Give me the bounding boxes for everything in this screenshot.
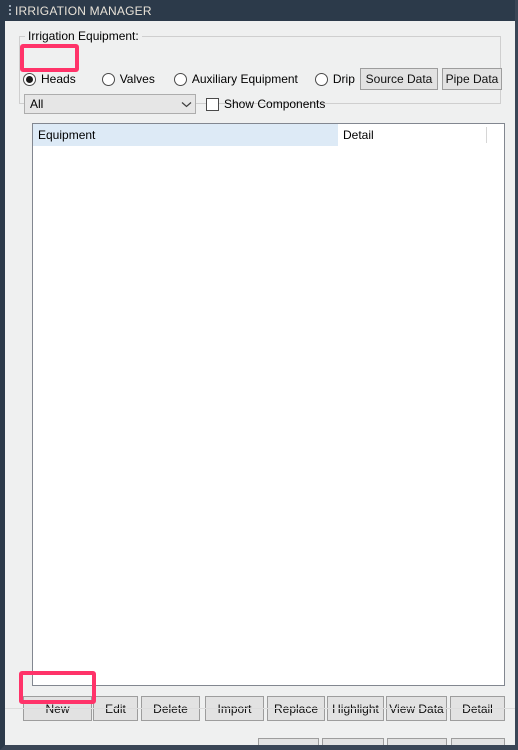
client-area: Irrigation Equipment: Heads Valves Auxil… xyxy=(5,21,515,745)
equipment-filter-combobox[interactable]: All xyxy=(24,94,196,114)
equipment-listview[interactable]: Equipment Detail xyxy=(32,123,505,686)
radio-auxiliary-equipment[interactable]: Auxiliary Equipment xyxy=(173,70,298,88)
column-header-equipment-label: Equipment xyxy=(38,128,96,142)
groupbox-legend: Irrigation Equipment: xyxy=(25,29,142,43)
irrigation-manager-window: IRRIGATION MANAGER Irrigation Equipment:… xyxy=(0,0,518,750)
column-divider[interactable] xyxy=(486,127,487,143)
radio-indicator-icon xyxy=(173,72,187,86)
radio-heads[interactable]: Heads xyxy=(23,70,76,88)
radio-heads-label: Heads xyxy=(41,72,76,86)
radio-indicator-icon xyxy=(101,72,115,86)
listview-header: Equipment Detail xyxy=(33,124,504,147)
footer-separator xyxy=(5,708,515,709)
bottom-button-row: Place Schedule Circuit Help xyxy=(5,738,515,745)
radio-indicator-icon xyxy=(314,72,328,86)
title-bar[interactable]: IRRIGATION MANAGER xyxy=(5,0,515,21)
help-button[interactable]: Help xyxy=(451,738,505,745)
column-header-detail[interactable]: Detail xyxy=(338,124,486,146)
schedule-button[interactable]: Schedule xyxy=(322,738,384,745)
place-button[interactable]: Place xyxy=(258,738,319,745)
equipment-filter-value: All xyxy=(30,97,44,111)
chevron-down-icon[interactable] xyxy=(177,101,195,108)
radio-valves[interactable]: Valves xyxy=(101,70,155,88)
pipe-data-button[interactable]: Pipe Data xyxy=(442,68,502,90)
equipment-type-radio-group: Heads Valves Auxiliary Equipment Drip xyxy=(23,70,355,88)
show-components-checkbox[interactable]: Show Components xyxy=(206,95,325,113)
window-title: IRRIGATION MANAGER xyxy=(15,3,152,18)
drag-handle-dots-icon[interactable] xyxy=(5,0,15,21)
column-header-equipment[interactable]: Equipment xyxy=(33,124,338,146)
radio-valves-label: Valves xyxy=(119,72,155,86)
radio-drip[interactable]: Drip xyxy=(314,70,355,88)
source-data-button[interactable]: Source Data xyxy=(360,68,438,90)
listview-body[interactable] xyxy=(33,146,504,685)
checkbox-box-icon xyxy=(206,97,219,111)
radio-drip-label: Drip xyxy=(332,72,355,86)
radio-indicator-icon xyxy=(23,72,36,86)
radio-auxiliary-equipment-label: Auxiliary Equipment xyxy=(191,72,298,86)
column-header-detail-label: Detail xyxy=(343,128,374,142)
circuit-button[interactable]: Circuit xyxy=(387,738,447,745)
show-components-label: Show Components xyxy=(224,97,326,111)
